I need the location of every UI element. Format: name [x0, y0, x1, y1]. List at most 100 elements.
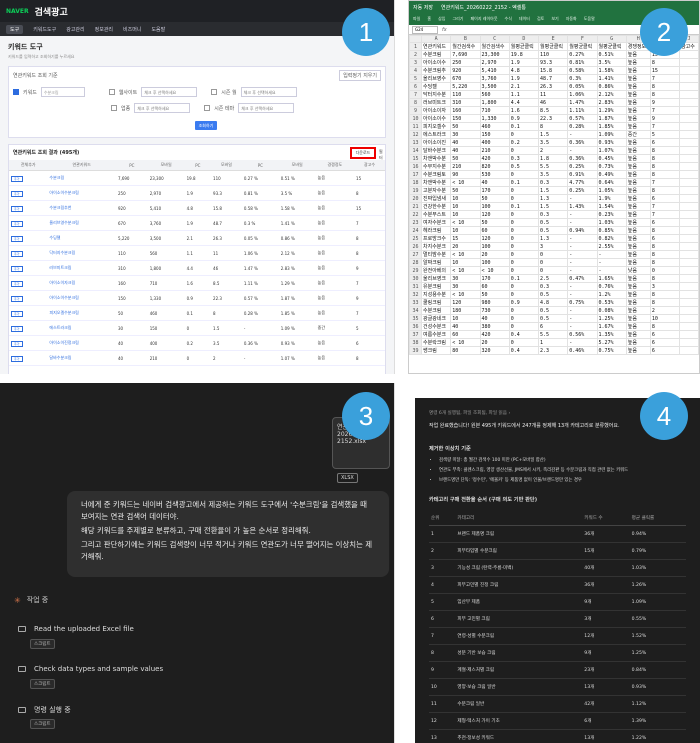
cell[interactable]: 0 — [537, 266, 569, 275]
add-button[interactable]: 추가 — [11, 280, 23, 287]
row-number[interactable]: 34 — [409, 306, 422, 315]
add-button[interactable]: 추가 — [11, 325, 23, 332]
row-number[interactable]: 1 — [409, 42, 422, 51]
cell[interactable]: 0 — [508, 170, 540, 179]
cell[interactable]: 0.93% — [596, 138, 627, 147]
cell[interactable]: 5.5 — [537, 330, 569, 339]
cell[interactable]: - — [596, 258, 627, 267]
cell[interactable] — [679, 346, 699, 355]
cell[interactable]: 아이소이진 — [420, 138, 452, 147]
name-box[interactable]: G24 — [412, 25, 438, 34]
cell[interactable] — [679, 194, 699, 203]
cell[interactable]: < 10 — [450, 338, 481, 347]
cell[interactable]: 170 — [479, 274, 510, 283]
cell[interactable]: 100 — [479, 242, 510, 251]
keyword-link[interactable]: 러브미트크림 — [49, 265, 71, 270]
cell[interactable]: 2.12% — [596, 90, 627, 99]
cell[interactable]: 0.75% — [567, 298, 598, 307]
cell[interactable]: 3 — [649, 282, 681, 291]
cell[interactable]: - — [567, 194, 598, 203]
row-number[interactable]: 6 — [409, 82, 422, 91]
cell[interactable]: 3.5% — [596, 58, 627, 67]
cell[interactable]: 100 — [479, 202, 510, 211]
cell[interactable]: 1.58% — [596, 66, 627, 75]
cell[interactable]: 수부지수분 — [420, 162, 452, 171]
nav-ad-manage[interactable]: 광고관리 — [66, 26, 84, 33]
cell[interactable]: 높음 — [625, 106, 651, 115]
cell[interactable]: 670 — [450, 74, 481, 83]
table-cell[interactable]: 추가 — [9, 275, 48, 291]
cell[interactable] — [679, 338, 699, 347]
cell[interactable]: 6 — [649, 330, 681, 339]
cell[interactable]: 50 — [450, 186, 481, 195]
table-cell[interactable]: 아이소이수분크림 — [47, 185, 116, 201]
table-cell[interactable]: 울리브영수분크림 — [47, 215, 116, 231]
cell[interactable]: 0.53% — [596, 298, 627, 307]
cell[interactable] — [679, 298, 699, 307]
cell[interactable]: 1.9 — [508, 74, 540, 83]
cell[interactable]: 1.8 — [537, 154, 569, 163]
cell[interactable]: 높음 — [625, 250, 651, 259]
cell[interactable]: 0 — [508, 250, 540, 259]
cell[interactable]: 수분락크림 — [420, 338, 452, 347]
cell[interactable]: 6 — [537, 322, 569, 331]
cell[interactable]: 0.3 — [537, 178, 569, 187]
cell[interactable] — [679, 242, 699, 251]
cell[interactable]: 높음 — [625, 66, 651, 75]
cell[interactable]: 15 — [450, 234, 481, 243]
table-cell[interactable]: 추가 — [9, 335, 48, 351]
cell[interactable] — [679, 130, 699, 139]
cell[interactable]: 높음 — [625, 194, 651, 203]
keyword-link[interactable]: 수분크림 — [49, 175, 64, 180]
cell[interactable]: 22.3 — [537, 114, 569, 123]
cell[interactable]: 높음 — [625, 346, 651, 355]
menu-item[interactable]: 검토 — [537, 16, 544, 22]
cell[interactable]: 4.4 — [508, 98, 540, 107]
cell[interactable]: 1.9 — [508, 58, 540, 67]
cell[interactable]: 높음 — [625, 98, 651, 107]
clear-input-button[interactable]: 입력정기 지우기 — [339, 70, 381, 81]
cell[interactable]: 2 — [649, 306, 681, 315]
cell[interactable] — [679, 90, 699, 99]
cell[interactable]: 0.25% — [567, 162, 598, 171]
script-chip-3[interactable]: 스크립트 — [30, 719, 55, 729]
cell[interactable]: 0.64% — [596, 178, 627, 187]
row-number[interactable]: 2 — [409, 50, 422, 59]
industry-select[interactable]: 체크 후 선택하세요 — [134, 103, 191, 113]
cell[interactable]: 8 — [649, 162, 681, 171]
cell[interactable]: 높음 — [625, 162, 651, 171]
cell[interactable]: 110 — [537, 50, 569, 59]
cell[interactable]: 0.3 — [537, 210, 569, 219]
season-month-checkbox[interactable] — [211, 89, 218, 95]
table-cell[interactable]: 추가 — [9, 230, 48, 246]
cell[interactable]: - — [567, 322, 598, 331]
row-number[interactable]: 7 — [409, 90, 422, 99]
table-cell[interactable]: 추가 — [9, 200, 48, 216]
cell[interactable]: 피지오겔수 — [420, 122, 452, 131]
cell[interactable]: 여름수분크 — [420, 330, 452, 339]
cell[interactable]: 1.05% — [596, 186, 627, 195]
cell[interactable]: 1.11% — [567, 106, 598, 115]
cell[interactable]: 완전아베의 — [420, 266, 452, 275]
cell[interactable]: 높음 — [625, 58, 651, 67]
cell[interactable]: 20 — [479, 338, 510, 347]
cell[interactable]: 820 — [479, 162, 510, 171]
add-button[interactable]: 추가 — [11, 190, 23, 197]
cell[interactable] — [679, 274, 699, 283]
column-header[interactable]: G — [596, 35, 627, 43]
cell[interactable]: 0 — [508, 226, 540, 235]
cell[interactable]: 0 — [508, 322, 540, 331]
cell[interactable]: 530 — [479, 170, 510, 179]
cell[interactable] — [679, 258, 699, 267]
cell[interactable]: 높음 — [625, 274, 651, 283]
cell[interactable]: 알짜크림 — [420, 258, 452, 267]
cell[interactable]: 0.4 — [508, 346, 540, 355]
cell[interactable]: 310 — [450, 98, 481, 107]
cell[interactable]: 110 — [450, 90, 481, 99]
table-cell[interactable]: 수분크림 — [47, 170, 116, 186]
cell[interactable]: 달바수분크 — [420, 146, 452, 155]
cell[interactable]: - — [596, 266, 627, 275]
row-number[interactable]: 38 — [409, 338, 422, 347]
cell[interactable]: 2,970 — [479, 58, 510, 67]
website-select[interactable]: 체크 후 선택하세요 — [141, 87, 198, 97]
